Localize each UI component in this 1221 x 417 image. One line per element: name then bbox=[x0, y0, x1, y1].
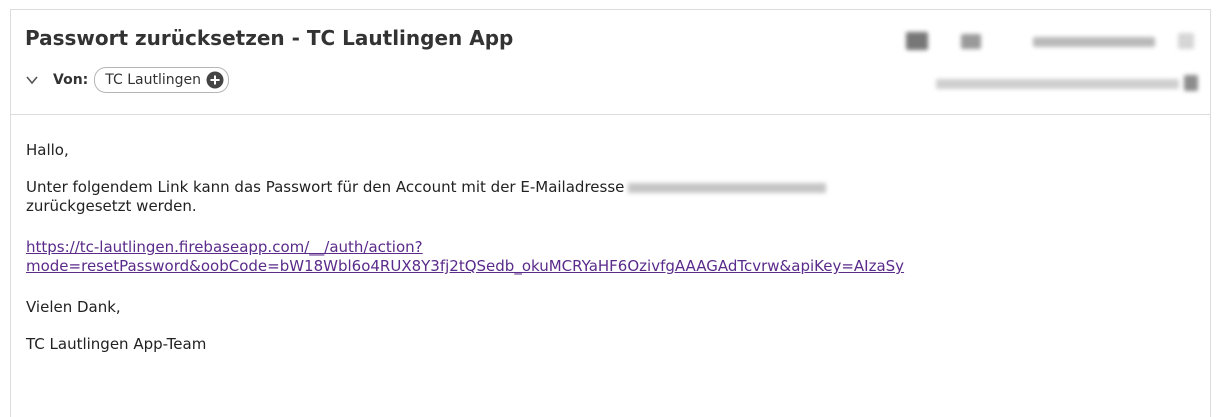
email-date-meta bbox=[936, 79, 1179, 89]
sender-chip[interactable]: TC Lautlingen bbox=[94, 67, 229, 93]
star-icon[interactable] bbox=[1178, 33, 1194, 49]
thanks-text: Vielen Dank, bbox=[26, 298, 121, 316]
reset-link-line-1: https://tc-lautlingen.firebaseapp.com/__… bbox=[26, 237, 423, 257]
reply-icon[interactable] bbox=[906, 32, 928, 50]
add-contact-icon[interactable] bbox=[206, 71, 224, 89]
from-row: Von: TC Lautlingen bbox=[25, 66, 229, 94]
more-actions-icon[interactable] bbox=[1033, 37, 1155, 47]
signature: TC Lautlingen App-Team bbox=[26, 335, 207, 353]
chevron-down-icon[interactable] bbox=[25, 73, 39, 87]
email-view: Passwort zurücksetzen - TC Lautlingen Ap… bbox=[10, 9, 1211, 417]
body-line-1-text: Unter folgendem Link kann das Passwort f… bbox=[26, 178, 625, 196]
reset-link-part-2[interactable]: mode=resetPassword&oobCode=bW18Wbl6o4RUX… bbox=[26, 257, 904, 275]
email-subject: Passwort zurücksetzen - TC Lautlingen Ap… bbox=[25, 26, 514, 50]
forward-icon[interactable] bbox=[961, 34, 981, 49]
body-line-1: Unter folgendem Link kann das Passwort f… bbox=[26, 177, 827, 197]
body-line-2: zurückgesetzt werden. bbox=[26, 197, 197, 215]
attachment-icon[interactable] bbox=[1184, 75, 1198, 91]
reset-link-line-2: mode=resetPassword&oobCode=bW18Wbl6o4RUX… bbox=[26, 256, 904, 276]
redacted-email bbox=[628, 182, 827, 193]
reset-link-part-1[interactable]: https://tc-lautlingen.firebaseapp.com/__… bbox=[26, 238, 423, 256]
greeting: Hallo, bbox=[26, 141, 69, 159]
email-header: Passwort zurücksetzen - TC Lautlingen Ap… bbox=[11, 10, 1210, 115]
from-label: Von: bbox=[53, 72, 89, 88]
sender-name: TC Lautlingen bbox=[105, 72, 201, 88]
